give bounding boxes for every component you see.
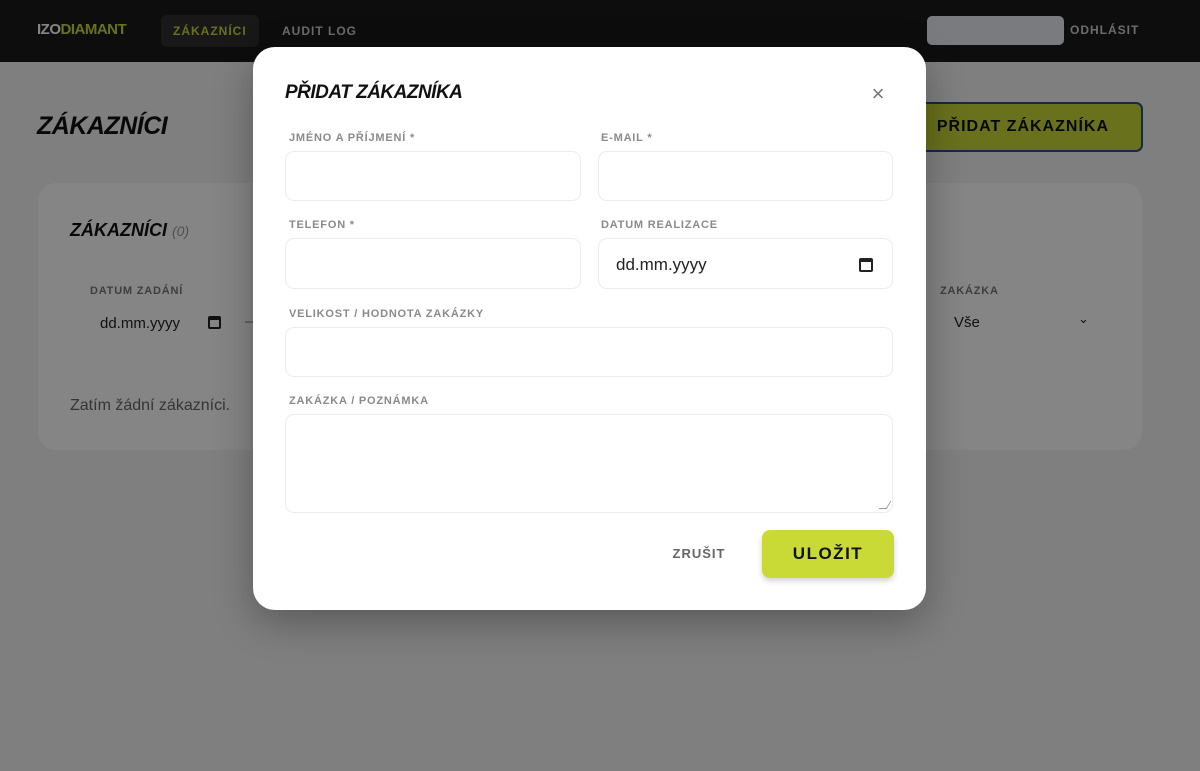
close-icon[interactable]: × [865,81,891,107]
save-button[interactable]: ULOŽIT [762,530,894,578]
email-label: E-MAIL * [601,132,653,144]
realization-date-field[interactable]: dd.mm.yyyy [598,238,893,289]
email-field[interactable] [598,151,893,201]
order-size-label: VELIKOST / HODNOTA ZAKÁZKY [289,308,484,320]
phone-field[interactable] [285,238,581,289]
note-textarea[interactable] [285,414,893,513]
add-customer-dialog: PŘIDAT ZÁKAZNÍKA × JMÉNO A PŘÍJMENÍ * E-… [253,47,926,610]
cancel-button[interactable]: ZRUŠIT [659,540,739,568]
order-size-field[interactable] [285,327,893,377]
dialog-title: PŘIDAT ZÁKAZNÍKA [285,82,463,103]
resize-handle-icon[interactable] [878,501,892,509]
realization-date-value: dd.mm.yyyy [616,255,707,274]
name-field[interactable] [285,151,581,201]
calendar-icon[interactable] [859,258,873,272]
name-label: JMÉNO A PŘÍJMENÍ * [289,132,416,144]
note-label: ZAKÁZKA / POZNÁMKA [289,395,429,407]
phone-label: TELEFON * [289,219,355,231]
realization-date-label: DATUM REALIZACE [601,219,718,231]
